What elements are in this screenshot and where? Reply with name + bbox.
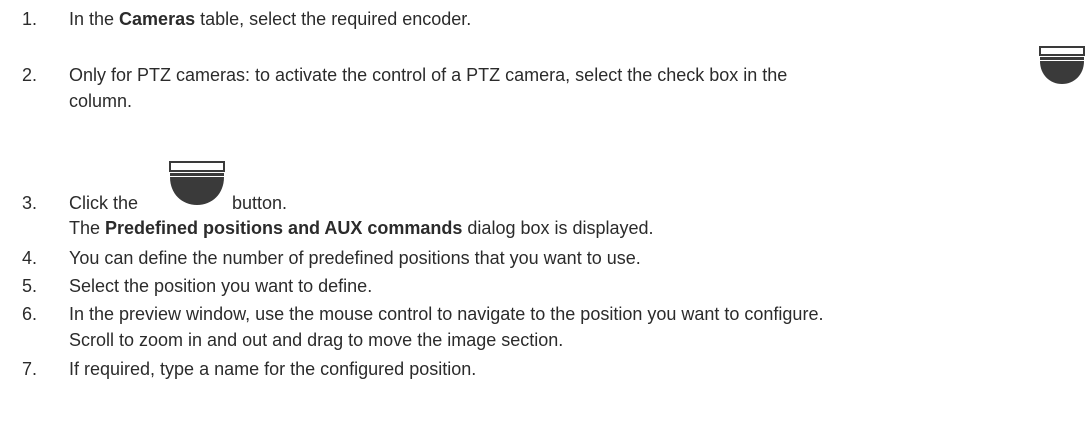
step-text: If required, type a name for the configu… xyxy=(69,359,477,379)
ptz-dome-camera-icon xyxy=(169,161,225,205)
step-text-after-icon: button. xyxy=(232,193,288,213)
step-result: The Predefined positions and AUX command… xyxy=(69,218,654,238)
step-number: 7. xyxy=(22,359,38,379)
step-number: 1. xyxy=(22,9,38,29)
step-text-continued: Scroll to zoom in and out and drag to mo… xyxy=(69,330,564,350)
step-text: You can define the number of predefined … xyxy=(69,248,641,268)
document-page: { "steps": [ { "number": "1.", "before":… xyxy=(0,0,1085,432)
ptz-dome-camera-icon xyxy=(1039,46,1085,84)
step-text: Click the xyxy=(69,193,139,213)
step-number: 4. xyxy=(22,248,38,268)
step-number: 5. xyxy=(22,276,38,296)
step-text: Only for PTZ cameras: to activate the co… xyxy=(69,65,788,85)
step-text-continued: column. xyxy=(69,91,133,111)
step-number: 2. xyxy=(22,65,38,85)
step-text: In the Cameras table, select the require… xyxy=(69,9,472,29)
step-text: Select the position you want to define. xyxy=(69,276,373,296)
ui-term-cameras: Cameras xyxy=(119,9,196,29)
step-text: In the preview window, use the mouse con… xyxy=(69,304,824,324)
step-number: 3. xyxy=(22,193,38,213)
step-number: 6. xyxy=(22,304,38,324)
ui-term-predefined-positions-dialog: Predefined positions and AUX commands xyxy=(105,218,463,238)
